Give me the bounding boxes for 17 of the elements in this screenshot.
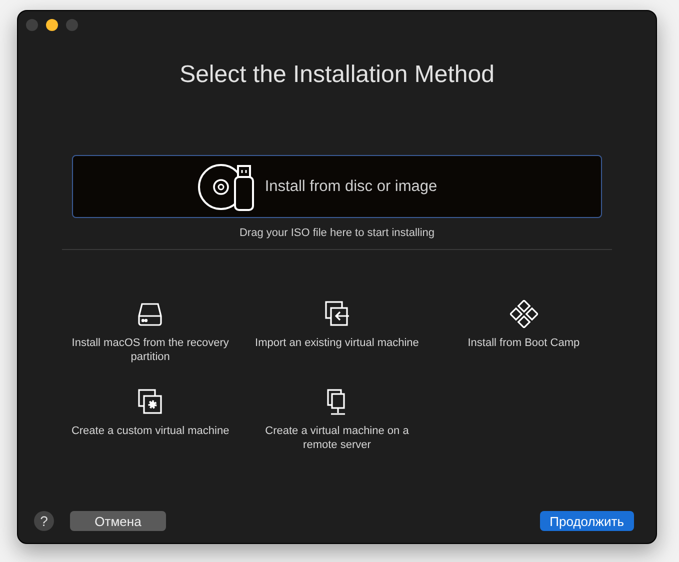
install-option[interactable]: Install from Boot Camp — [441, 300, 606, 364]
disc-and-usb-icon — [196, 162, 255, 212]
cancel-button[interactable]: Отмена — [70, 511, 166, 531]
continue-button[interactable]: Продолжить — [540, 511, 634, 531]
import-icon — [322, 300, 351, 328]
drive-icon — [136, 300, 164, 328]
drop-zone[interactable]: Install from disc or image — [72, 155, 602, 218]
install-option[interactable]: Install macOS from the recovery partition — [68, 300, 233, 364]
install-option[interactable]: Create a virtual machine on a remote server — [254, 388, 420, 452]
gear-window-icon — [136, 388, 164, 416]
install-option[interactable]: Import an existing virtual machine — [254, 300, 420, 364]
window-title: Select the Installation Method — [180, 61, 494, 89]
help-button[interactable]: ? — [34, 511, 54, 531]
window-control[interactable] — [46, 19, 58, 31]
install-option[interactable]: Create a custom virtual machine — [68, 388, 233, 452]
drop-hint: Drag your ISO file here to start installing — [239, 227, 435, 239]
diamonds-icon — [510, 300, 538, 328]
